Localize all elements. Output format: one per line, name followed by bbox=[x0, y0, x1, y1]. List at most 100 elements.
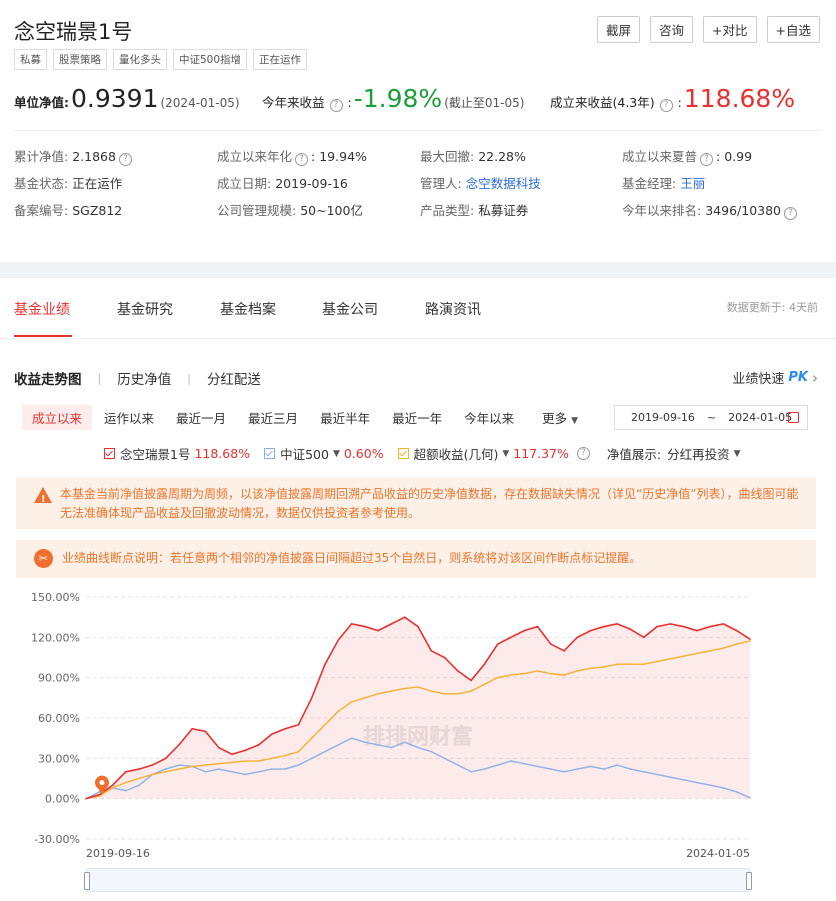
subtab-return-chart[interactable]: 收益走势图 bbox=[14, 368, 82, 388]
fund-title: 念空瑞景1号 bbox=[14, 20, 133, 44]
help-icon[interactable]: ? bbox=[700, 153, 714, 166]
caret-down-icon[interactable]: ▼ bbox=[333, 449, 340, 459]
active-tab-indicator bbox=[14, 335, 72, 337]
data-point bbox=[417, 746, 419, 749]
data-point bbox=[178, 744, 180, 746]
slider-handle-right[interactable] bbox=[746, 872, 752, 890]
data-point bbox=[470, 679, 472, 682]
data-point bbox=[297, 764, 300, 766]
calendar-icon[interactable] bbox=[788, 412, 799, 423]
data-point bbox=[682, 655, 685, 657]
chart-legend: 念空瑞景1号 118.68% 中证500 ▼ 0.60% 超额收益(几何) ▼ … bbox=[104, 444, 755, 463]
start-marker-dot bbox=[99, 780, 105, 786]
subtab-history-nav[interactable]: 历史净值 bbox=[117, 368, 171, 388]
data-point bbox=[735, 791, 738, 793]
tab-performance[interactable]: 基金业绩 bbox=[14, 299, 70, 319]
data-point bbox=[310, 697, 313, 699]
screenshot-button[interactable]: 截屏 bbox=[597, 16, 641, 43]
consult-button[interactable]: 咨询 bbox=[650, 16, 694, 43]
y-tick-label: 90.00% bbox=[38, 672, 80, 685]
since-value: 118.68% bbox=[683, 84, 796, 113]
info-value: 私募证券 bbox=[478, 203, 529, 218]
range-3m[interactable]: 最近三月 bbox=[238, 405, 308, 430]
data-point bbox=[589, 667, 592, 670]
return-chart[interactable]: 150.00% 120.00% 90.00% 60.00% 30.00% 0.00% -30… bbox=[0, 582, 836, 867]
since-label: 成立来收益(4.3年) bbox=[550, 95, 655, 110]
info-value: 2019-09-16 bbox=[275, 176, 348, 191]
data-point bbox=[98, 791, 101, 793]
info-key: 今年以来排名: bbox=[622, 203, 702, 218]
data-point bbox=[523, 672, 526, 675]
nav-display-selector[interactable]: 净值展示: 分红再投资 ▼ bbox=[607, 444, 741, 463]
section-separator bbox=[0, 262, 836, 278]
info-cell: 基金状态: 正在运作 bbox=[14, 173, 122, 192]
range-since-inception[interactable]: 成立以来 bbox=[22, 405, 93, 430]
data-point bbox=[483, 683, 486, 686]
data-point bbox=[576, 670, 579, 672]
caret-down-icon: ▼ bbox=[571, 416, 579, 426]
data-point bbox=[722, 623, 725, 625]
info-cell: 累计净值: 2.1868? bbox=[14, 146, 135, 166]
tab-roadshow[interactable]: 路演资讯 bbox=[425, 299, 481, 319]
compare-button[interactable]: +对比 bbox=[703, 16, 757, 43]
range-1m[interactable]: 最近一月 bbox=[166, 405, 236, 430]
data-point bbox=[510, 760, 512, 762]
range-more-dropdown[interactable]: 更多 ▼ bbox=[532, 405, 588, 430]
date-start: 2019-09-16 bbox=[631, 411, 695, 424]
data-point bbox=[496, 676, 499, 679]
y-tick-label: 60.00% bbox=[38, 712, 80, 725]
checkbox-icon[interactable] bbox=[264, 448, 276, 459]
nav-display-label: 净值展示: bbox=[606, 447, 662, 462]
legend-excess-value: 117.37% bbox=[513, 446, 569, 461]
info-value[interactable]: 王丽 bbox=[680, 176, 705, 191]
caret-down-icon[interactable]: ▼ bbox=[502, 449, 509, 459]
range-ytd[interactable]: 今年以来 bbox=[454, 405, 524, 430]
info-key: 基金经理: bbox=[622, 176, 677, 191]
quick-pk-link[interactable]: 业绩快速 PK › bbox=[732, 368, 818, 388]
legend-fund-value: 118.68% bbox=[194, 446, 251, 461]
data-point bbox=[364, 697, 366, 699]
divider bbox=[14, 130, 822, 131]
tab-archive[interactable]: 基金档案 bbox=[220, 299, 276, 319]
fund-info-grid: 累计净值: 2.1868? 成立以来年化?:19.94% 最大回撤: 22.28% 成立以… bbox=[14, 146, 824, 227]
data-point bbox=[310, 737, 313, 739]
subtab-dividend[interactable]: 分红配送 bbox=[207, 368, 261, 388]
info-cell: 公司管理规模: 50~100亿 bbox=[217, 200, 363, 219]
tab-research[interactable]: 基金研究 bbox=[117, 299, 173, 319]
data-point bbox=[284, 768, 287, 770]
help-icon[interactable]: ? bbox=[329, 99, 343, 112]
info-value: 2.1868 bbox=[72, 149, 116, 164]
info-key: 成立以来夏普 bbox=[622, 149, 698, 164]
legend-item-index[interactable]: 中证500 ▼ 0.60% bbox=[264, 444, 384, 463]
range-1y[interactable]: 最近一年 bbox=[382, 405, 452, 430]
help-icon[interactable]: ? bbox=[118, 153, 132, 166]
range-since-operation[interactable]: 运作以来 bbox=[94, 405, 164, 430]
data-point bbox=[324, 723, 326, 726]
watchlist-button[interactable]: +自选 bbox=[766, 16, 820, 43]
info-value[interactable]: 念空数据科技 bbox=[466, 176, 541, 191]
slider-handle-left[interactable] bbox=[84, 872, 90, 890]
chart-zoom-slider[interactable] bbox=[84, 868, 752, 892]
legend-item-fund[interactable]: 念空瑞景1号 118.68% bbox=[104, 444, 250, 463]
data-point bbox=[178, 764, 180, 766]
data-point bbox=[417, 625, 419, 628]
data-point bbox=[417, 686, 419, 688]
help-icon[interactable]: ? bbox=[576, 447, 590, 460]
data-point bbox=[403, 741, 406, 743]
data-point bbox=[125, 770, 127, 773]
breakpoint-text: 业绩曲线断点说明：若任意两个相邻的净值披露日间隔超过35个自然日，则系统将对该区… bbox=[62, 551, 642, 565]
data-point bbox=[125, 781, 127, 784]
data-point bbox=[204, 730, 207, 733]
data-point bbox=[696, 629, 698, 632]
checkbox-icon[interactable] bbox=[104, 448, 115, 459]
unit-nav-date: (2024-01-05) bbox=[160, 96, 240, 110]
legend-item-excess[interactable]: 超额收益(几何) ▼ 117.37% ? bbox=[397, 444, 593, 463]
checkbox-icon[interactable] bbox=[397, 448, 409, 459]
help-icon[interactable]: ? bbox=[784, 207, 798, 220]
range-6m[interactable]: 最近半年 bbox=[310, 405, 380, 430]
help-icon[interactable]: ? bbox=[295, 153, 309, 166]
data-point bbox=[576, 768, 579, 770]
tab-company[interactable]: 基金公司 bbox=[322, 299, 378, 319]
help-icon[interactable]: ? bbox=[659, 99, 673, 112]
date-range-picker[interactable]: 2019-09-16 ~ 2024-01-05 bbox=[614, 405, 808, 430]
